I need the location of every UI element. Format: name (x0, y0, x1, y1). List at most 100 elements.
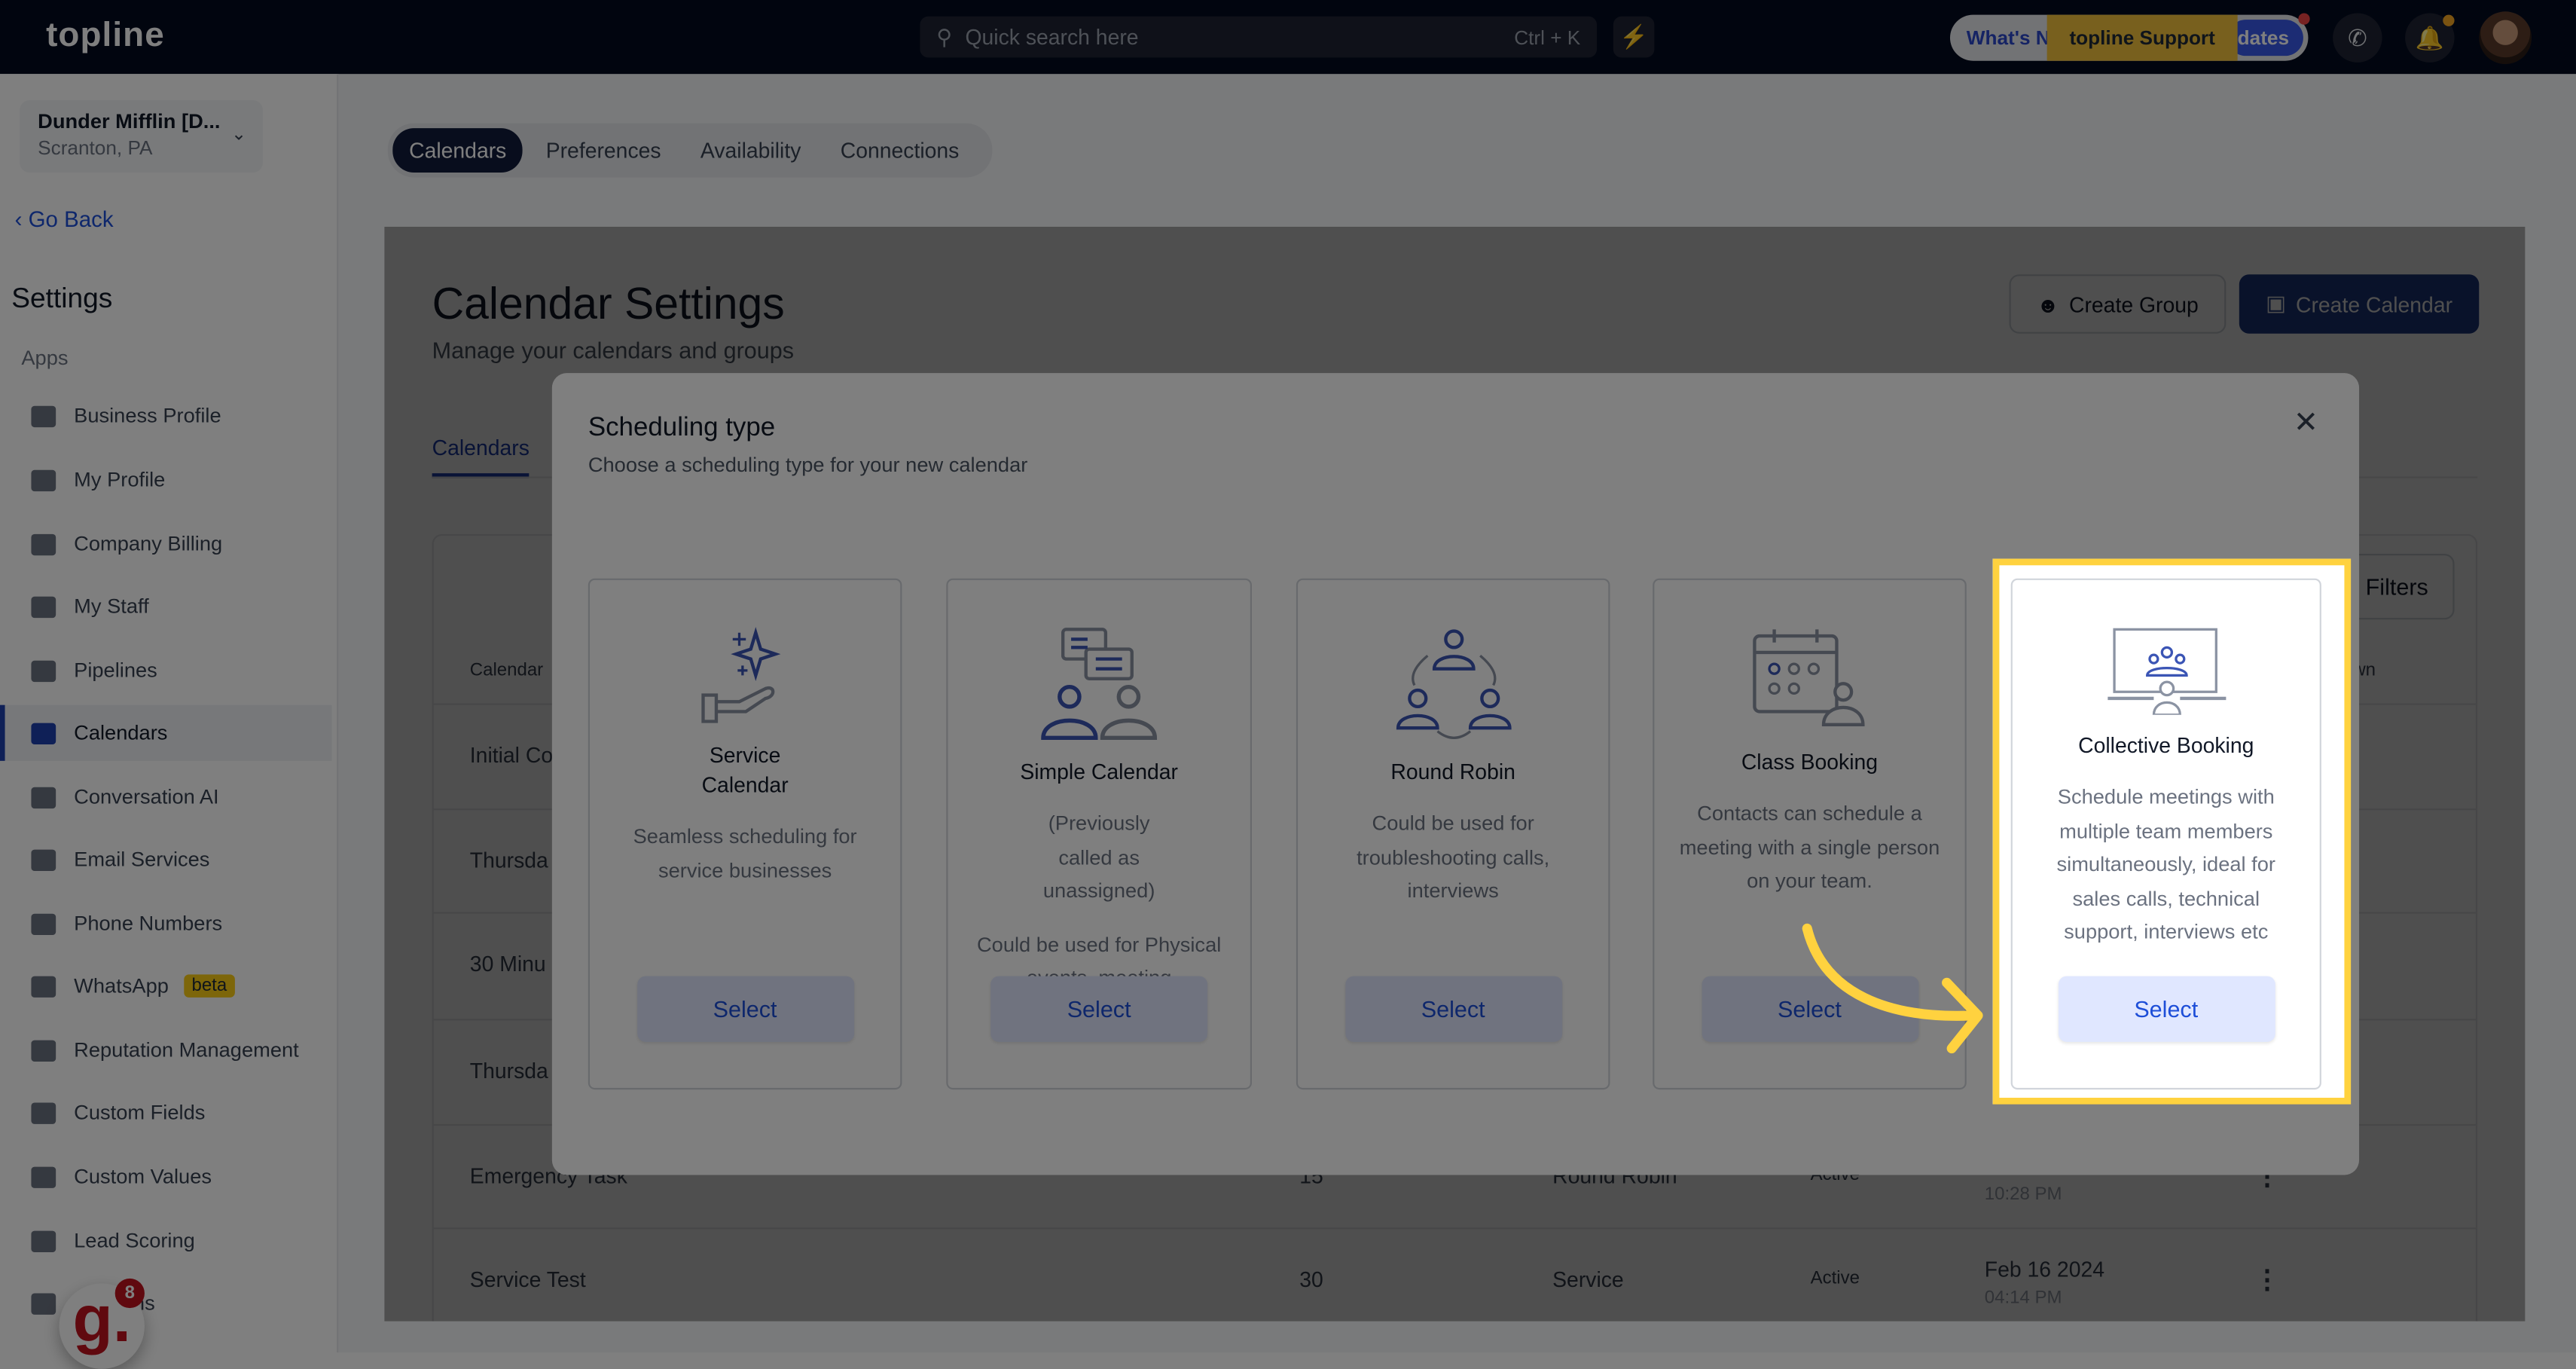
chat-widget-badge: 8 (114, 1278, 145, 1309)
tab-availability[interactable]: Availability (684, 128, 817, 173)
my-profile-icon (31, 469, 56, 491)
location-switcher[interactable]: Dunder Mifflin [D... Scranton, PA ⌄ (20, 100, 263, 173)
go-back-label: Go Back (28, 206, 114, 232)
calendars-icon (31, 722, 56, 744)
card-title: Service Calendar (701, 742, 789, 797)
domains-icon (31, 1292, 56, 1314)
top-tabs: Calendars Preferences Availability Conne… (387, 123, 993, 178)
sidebar-item-label: Phone Numbers (74, 912, 223, 936)
card-title: Class Booking (1741, 749, 1879, 775)
sidebar-item-label: Reputation Management (74, 1038, 299, 1062)
whatsapp-icon (31, 975, 56, 997)
location-city: Scranton, PA (38, 136, 153, 160)
sidebar-item-label: Company Billing (74, 532, 223, 556)
card-service-calendar[interactable]: Service Calendar Seamless scheduling for… (588, 578, 902, 1090)
sidebar-item-whatsapp[interactable]: WhatsApp beta (0, 958, 332, 1014)
sidebar-item-company-billing[interactable]: Company Billing (0, 516, 332, 572)
email-services-icon (31, 848, 56, 870)
sidebar-item-label: Conversation AI (74, 785, 219, 809)
arrow-icon (1802, 923, 1983, 1054)
phone-icon[interactable]: ✆ (2333, 13, 2382, 63)
sidebar-item-label: WhatsApp (74, 974, 169, 998)
bell-badge (2443, 14, 2455, 26)
sidebar-item-calendars[interactable]: Calendars (0, 704, 332, 761)
tab-calendars[interactable]: Calendars (392, 128, 523, 173)
sidebar: Dunder Mifflin [D... Scranton, PA ⌄ ‹ Go B… (0, 74, 339, 1369)
tab-connections[interactable]: Connections (824, 128, 975, 173)
sidebar-item-pipelines[interactable]: Pipelines (0, 643, 332, 698)
settings-heading: Settings (11, 283, 113, 314)
updates-label: dates (2227, 20, 2303, 57)
card-description: Schedule meetings with multiple team mem… (2056, 785, 2275, 943)
search-input[interactable]: ⚲ Quick search here Ctrl + K (920, 16, 1598, 58)
sidebar-item-label: Pipelines (74, 659, 157, 683)
sidebar-item-label: Email Services (74, 848, 210, 871)
close-icon[interactable]: ✕ (2294, 406, 2318, 441)
top-bar: topline ⚲ Quick search here Ctrl + K ⚡ Wha… (0, 0, 2576, 75)
go-back-link[interactable]: ‹ Go Back (15, 207, 114, 232)
card-description: Seamless scheduling for service business… (633, 824, 857, 882)
sidebar-item-custom-fields[interactable]: Custom Fields (0, 1085, 332, 1141)
tab-preferences[interactable]: Preferences (530, 128, 678, 173)
sidebar-item-domains[interactable]: Domains (0, 1276, 332, 1331)
sidebar-item-label: My Staff (74, 594, 149, 619)
card-simple-calendar[interactable]: Simple Calendar (Previously called as un… (946, 578, 1252, 1090)
sidebar-item-label: Calendars (74, 721, 168, 745)
chevron-down-icon: ⌄ (231, 124, 247, 145)
chevron-left-icon: ‹ (14, 206, 29, 232)
calendar-group-icon (1654, 626, 1964, 732)
avatar[interactable] (2479, 11, 2532, 65)
company-billing-icon (31, 533, 56, 555)
pipelines-icon (31, 659, 56, 682)
round-robin-icon (1298, 626, 1608, 741)
lead-scoring-icon (31, 1230, 56, 1251)
select-button[interactable]: Select (636, 976, 854, 1042)
sidebar-item-lead-scoring[interactable]: Lead Scoring (0, 1213, 332, 1269)
lightning-icon[interactable]: ⚡ (1613, 16, 1655, 58)
select-button[interactable]: Select (1344, 976, 1562, 1042)
card-title: Simple Calendar (1020, 759, 1178, 784)
sidebar-item-conversation-ai[interactable]: Conversation AI (0, 769, 332, 825)
card-title: Collective Booking (2078, 732, 2254, 758)
presentation-icon (2013, 626, 2320, 715)
business-profile-icon (31, 405, 56, 426)
hand-sparkle-icon (590, 626, 900, 725)
select-button[interactable]: Select (990, 976, 1208, 1042)
select-button[interactable]: Select (2057, 976, 2275, 1042)
card-description: (Previously called as unassigned) (1042, 811, 1155, 903)
search-shortcut: Ctrl + K (1514, 25, 1581, 49)
modal-subtitle: Choose a scheduling type for your new ca… (588, 453, 1028, 477)
card-title: Round Robin (1390, 759, 1515, 784)
modal-title: Scheduling type (588, 414, 776, 442)
custom-fields-icon (31, 1102, 56, 1123)
sidebar-item-my-staff[interactable]: My Staff (0, 579, 332, 634)
card-description: Contacts can schedule a meeting with a s… (1679, 802, 1940, 893)
sidebar-item-business-profile[interactable]: Business Profile (0, 388, 332, 444)
logo[interactable]: topline (46, 17, 165, 56)
location-name: Dunder Mifflin [D... (38, 110, 221, 133)
sidebar-item-custom-values[interactable]: Custom Values (0, 1149, 332, 1205)
sidebar-item-reputation-management[interactable]: Reputation Management (0, 1022, 332, 1078)
card-description: Could be used for troubleshooting calls,… (1357, 811, 1550, 903)
support-button[interactable]: topline Support (2046, 14, 2238, 61)
sidebar-item-label: Business Profile (74, 404, 221, 428)
search-icon: ⚲ (936, 23, 953, 49)
sidebar-item-label: My Profile (74, 468, 166, 492)
sidebar-item-phone-numbers[interactable]: Phone Numbers (0, 896, 332, 952)
sidebar-item-label: Lead Scoring (74, 1229, 195, 1252)
scheduling-type-modal: Scheduling type Choose a scheduling type… (551, 373, 2360, 1175)
conversation-ai-icon (31, 786, 56, 808)
my-staff-icon (31, 595, 56, 618)
apps-section-label: Apps (21, 347, 69, 370)
card-round-robin[interactable]: Round Robin Could be used for troublesho… (1296, 578, 1610, 1090)
sidebar-item-label: Custom Fields (74, 1101, 206, 1124)
sidebar-item-email-services[interactable]: Email Services (0, 832, 332, 888)
beta-badge: beta (183, 974, 236, 998)
sidebar-item-my-profile[interactable]: My Profile (0, 452, 332, 508)
sidebar-item-label: Custom Values (74, 1165, 212, 1188)
people-chat-icon (948, 626, 1250, 741)
card-collective-booking[interactable]: Collective Booking Schedule meetings wit… (2010, 578, 2321, 1090)
reputation-management-icon (31, 1039, 56, 1061)
custom-values-icon (31, 1166, 56, 1187)
search-placeholder: Quick search here (965, 24, 1139, 50)
